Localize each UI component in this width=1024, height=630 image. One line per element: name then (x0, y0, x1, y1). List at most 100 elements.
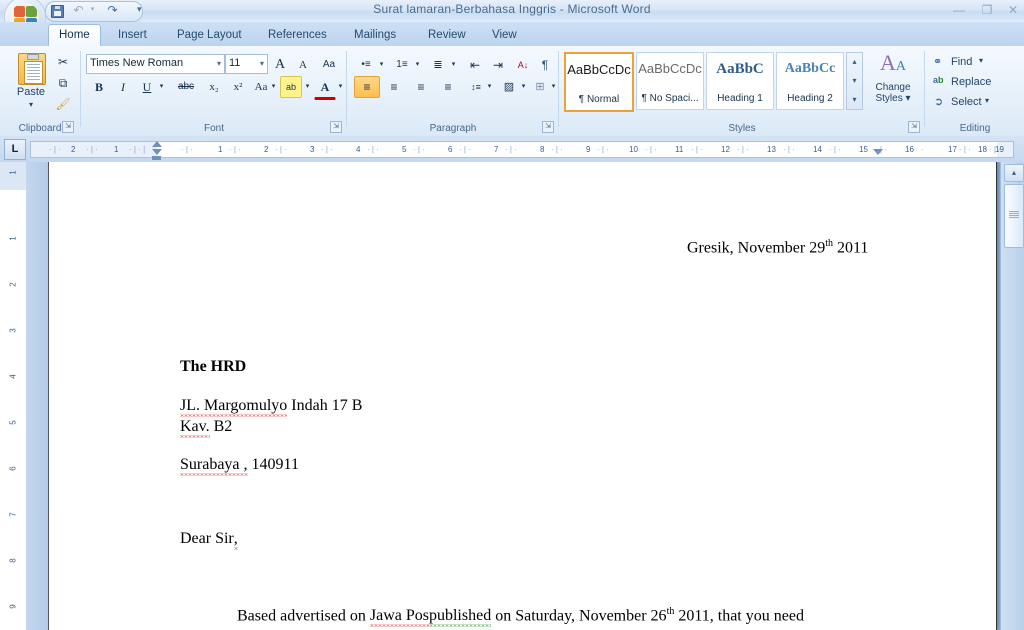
scroll-up-button[interactable]: ▴ (1004, 164, 1024, 182)
select-button[interactable]: ➲ Select ▾ (930, 92, 1014, 113)
font-size-combo[interactable]: 11 ▾ (225, 54, 268, 74)
tab-view[interactable]: View (482, 24, 527, 46)
underline-dropdown[interactable]: ▾ (156, 76, 167, 98)
increase-indent-button[interactable]: ⇥ (487, 54, 509, 76)
horizontal-ruler[interactable]: 2 1 · | · · | · · | · | · | · 1 · | · 2 … (30, 141, 1014, 158)
style-normal[interactable]: AaBbCcDc ¶ Normal (564, 52, 634, 112)
ribbon-tab-strip: Home Insert Page Layout References Maili… (0, 22, 1024, 47)
show-formatting-marks-button[interactable]: ¶ (534, 54, 556, 76)
align-left-button[interactable]: ≡ (354, 76, 380, 98)
vruler-mark: 4 (8, 374, 18, 379)
line-spacing-dropdown[interactable]: ▾ (484, 76, 495, 98)
ruler-mark: 19 (995, 145, 1004, 154)
vertical-ruler[interactable]: 1 1 2 3 4 5 6 7 8 9 (0, 162, 27, 630)
highlight-dropdown[interactable]: ▾ (302, 76, 313, 98)
format-painter-button[interactable]: 🖌 (52, 93, 74, 115)
clear-formatting-button[interactable]: Aa (318, 54, 340, 76)
grow-font-button[interactable]: A (269, 54, 291, 76)
restore-button[interactable]: ❐ (974, 2, 1000, 18)
numbering-button[interactable]: 1≡ (390, 54, 414, 76)
superscript-button[interactable]: x² (227, 76, 249, 98)
strikethrough-button[interactable]: abc (172, 76, 200, 98)
ruler-mark: 15 (859, 145, 868, 154)
tab-mailings[interactable]: Mailings (344, 24, 406, 46)
document-page[interactable]: Gresik, November 29th 2011 The HRD JL. M… (48, 162, 997, 630)
tab-home[interactable]: Home (48, 24, 101, 47)
clipboard-dialog-launcher[interactable]: ⇲ (62, 121, 74, 133)
minimize-button[interactable]: — (946, 2, 972, 18)
close-button[interactable]: ✕ (1000, 2, 1024, 18)
document-canvas[interactable]: Gresik, November 29th 2011 The HRD JL. M… (26, 162, 1000, 630)
justify-button[interactable]: ≡ (435, 76, 461, 98)
bold-button[interactable]: B (88, 76, 110, 98)
right-indent-marker[interactable] (873, 149, 883, 155)
decrease-indent-button[interactable]: ⇤ (464, 54, 486, 76)
scroll-thumb[interactable] (1004, 184, 1024, 248)
font-name-combo[interactable]: Times New Roman ▾ (86, 54, 225, 74)
font-dialog-launcher[interactable]: ⇲ (330, 121, 342, 133)
shading-button[interactable]: ▨ (498, 76, 520, 98)
pilcrow-icon: ¶ (541, 58, 549, 72)
tab-insert[interactable]: Insert (108, 24, 157, 46)
undo-dropdown[interactable]: ▾ (88, 3, 97, 18)
styles-scroll-up[interactable]: ▴ (847, 53, 862, 71)
underline-icon: U (142, 80, 152, 94)
first-line-indent-marker[interactable] (152, 141, 162, 147)
customize-qat-button[interactable]: ▾ (137, 4, 142, 15)
find-button[interactable]: ⚭ Find ▾ (930, 52, 1012, 73)
font-color-dropdown[interactable]: ▾ (335, 76, 346, 98)
shrink-font-button[interactable]: A (292, 54, 314, 76)
bullets-dropdown[interactable]: ▾ (376, 54, 387, 76)
cut-button[interactable]: ✂ (52, 51, 74, 73)
paste-label: Paste (16, 86, 46, 98)
align-center-button[interactable]: ≡ (381, 76, 407, 98)
vertical-scrollbar[interactable]: ▴ (1000, 162, 1024, 630)
tab-stop-selector[interactable]: L (4, 139, 26, 160)
multilevel-list-button[interactable]: ≣ (426, 54, 450, 76)
sort-button[interactable]: A↓ (512, 54, 534, 76)
change-case-dropdown[interactable]: ▾ (268, 76, 279, 98)
subscript-icon: x₂ (209, 81, 219, 93)
replace-button[interactable]: ab Replace (930, 72, 1022, 93)
paragraph-dialog-launcher[interactable]: ⇲ (542, 121, 554, 133)
vruler-mark: 8 (8, 558, 18, 563)
change-styles-label-2: Styles ▾ (875, 93, 911, 104)
italic-button[interactable]: I (112, 76, 134, 98)
address-line-3-rest: 140911 (247, 456, 299, 473)
address-line-1: JL. Margomulyo Indah 17 B (180, 397, 362, 417)
tab-references[interactable]: References (258, 24, 337, 46)
tab-page-layout[interactable]: Page Layout (167, 24, 252, 46)
restore-icon: ❐ (981, 3, 993, 17)
vruler-mark: 9 (8, 604, 18, 609)
copy-button[interactable]: ⧉ (52, 72, 74, 94)
styles-dialog-launcher[interactable]: ⇲ (908, 121, 920, 133)
subscript-button[interactable]: x₂ (203, 76, 225, 98)
highlight-button[interactable]: ab (280, 76, 302, 98)
paste-button[interactable]: Paste ▾ (10, 50, 52, 112)
style-no-spacing[interactable]: AaBbCcDc ¶ No Spaci... (636, 52, 704, 110)
align-right-button[interactable]: ≡ (408, 76, 434, 98)
styles-scroll-down[interactable]: ▾ (847, 72, 862, 90)
style-preview: AaBbCc (784, 61, 836, 76)
hanging-indent-marker[interactable] (152, 149, 162, 155)
group-label-editing: Editing (959, 123, 991, 134)
numbering-dropdown[interactable]: ▾ (412, 54, 423, 76)
bullets-button[interactable]: •≡ (354, 54, 378, 76)
shading-dropdown[interactable]: ▾ (518, 76, 529, 98)
superscript-icon: x² (233, 81, 243, 93)
tab-review[interactable]: Review (418, 24, 476, 46)
redo-button[interactable]: ↷ (104, 3, 121, 18)
multilevel-dropdown[interactable]: ▾ (448, 54, 459, 76)
style-heading-2[interactable]: AaBbCc Heading 2 (776, 52, 844, 110)
style-preview: AaBbCcDc (638, 61, 702, 76)
save-button[interactable] (48, 3, 65, 18)
style-heading-1[interactable]: AaBbC Heading 1 (706, 52, 774, 110)
undo-button[interactable]: ↶ (70, 3, 87, 18)
chevron-down-icon: ▾ (216, 59, 221, 68)
left-indent-marker[interactable] (152, 156, 161, 160)
font-color-button[interactable]: A (314, 76, 336, 100)
styles-more-button[interactable]: ▾ (847, 91, 862, 109)
underline-button[interactable]: U (136, 76, 158, 98)
date-prefix: Gresik, November 29 (687, 239, 826, 257)
recipient-line: The HRD (180, 358, 247, 375)
